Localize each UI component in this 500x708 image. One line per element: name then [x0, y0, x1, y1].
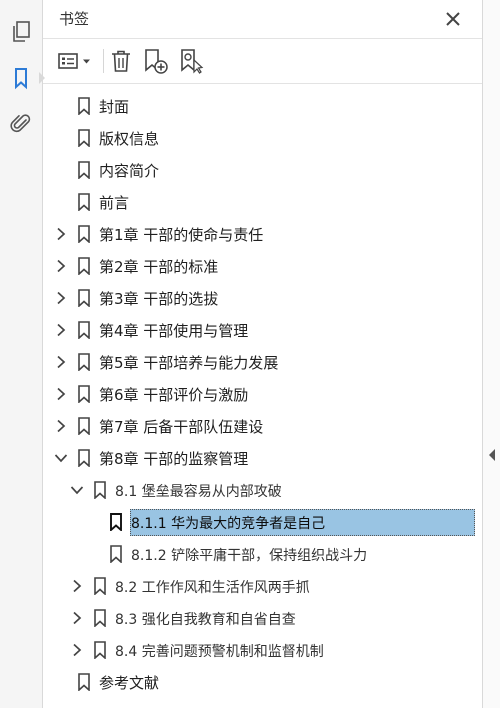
bookmark-label[interactable]: 8.4 完善问题预警机制和监督机制 — [115, 641, 324, 661]
bookmark-icon — [77, 449, 91, 468]
chevron-right-icon[interactable] — [70, 610, 84, 626]
bookmark-icon — [77, 257, 91, 276]
page-thumbnails-icon[interactable] — [7, 18, 35, 46]
bookmark-row[interactable]: 参考文献 — [43, 666, 483, 698]
bookmark-icon — [93, 641, 107, 660]
bookmark-row[interactable]: 8.1.1 华为最大的竞争者是自己 — [43, 506, 483, 538]
bookmark-icon — [77, 97, 91, 116]
bookmark-label[interactable]: 第5章 干部培养与能力发展 — [99, 352, 278, 373]
chevron-right-icon[interactable] — [70, 578, 84, 594]
bookmark-row[interactable]: 8.1 堡垒最容易从内部攻破 — [43, 474, 483, 506]
bookmark-label[interactable]: 8.1.2 铲除平庸干部，保持组织战斗力 — [131, 545, 367, 565]
panel-header: 书签 — [43, 0, 483, 38]
trash-icon[interactable] — [109, 49, 133, 73]
bookmark-label[interactable]: 8.3 强化自我教育和自省自查 — [115, 609, 296, 629]
bookmark-label[interactable]: 第1章 干部的使命与责任 — [99, 224, 263, 245]
panel-title: 书签 — [59, 10, 90, 28]
bookmark-icon — [77, 673, 91, 692]
chevron-right-icon[interactable] — [54, 418, 68, 434]
bookmark-row[interactable]: 第5章 干部培养与能力发展 — [43, 346, 483, 378]
bookmark-label[interactable]: 第3章 干部的选拔 — [99, 288, 218, 309]
bookmark-label[interactable]: 参考文献 — [99, 672, 159, 693]
bookmarks-toolbar — [43, 38, 483, 84]
chevron-right-icon[interactable] — [54, 258, 68, 274]
bookmark-icon — [77, 321, 91, 340]
bookmark-row[interactable]: 第6章 干部评价与激励 — [43, 378, 483, 410]
chevron-right-icon[interactable] — [70, 642, 84, 658]
chevron-left-icon — [489, 449, 495, 461]
bookmark-icon — [77, 417, 91, 436]
bookmark-search-icon[interactable] — [179, 49, 205, 74]
bookmark-icon — [77, 225, 91, 244]
bookmark-label[interactable]: 前言 — [99, 192, 129, 213]
bookmark-row[interactable]: 第7章 后备干部队伍建设 — [43, 410, 483, 442]
bookmark-row[interactable]: 8.2 工作作风和生活作风两手抓 — [43, 570, 483, 602]
bookmark-icon — [77, 193, 91, 212]
list-options-icon[interactable] — [57, 49, 95, 73]
bookmark-row[interactable]: 8.1.2 铲除平庸干部，保持组织战斗力 — [43, 538, 483, 570]
close-icon[interactable] — [443, 9, 463, 29]
chevron-right-icon[interactable] — [54, 386, 68, 402]
bookmark-row[interactable]: 第4章 干部使用与管理 — [43, 314, 483, 346]
collapse-panel-handle[interactable] — [482, 0, 500, 708]
bookmark-label[interactable]: 8.2 工作作风和生活作风两手抓 — [115, 577, 310, 597]
chevron-down-icon[interactable] — [70, 482, 84, 498]
bookmark-label[interactable]: 第7章 后备干部队伍建设 — [99, 416, 263, 437]
bookmark-row[interactable]: 版权信息 — [43, 122, 483, 154]
bookmark-row[interactable]: 第2章 干部的标准 — [43, 250, 483, 282]
bookmark-icon — [109, 513, 123, 533]
bookmarks-panel: 书签 封面 版权信息 内容简介 前言 第1章 干部的使命与责任 第2章 干部的标… — [43, 0, 483, 708]
bookmark-icon[interactable] — [7, 64, 45, 92]
chevron-right-icon[interactable] — [54, 354, 68, 370]
chevron-right-icon[interactable] — [54, 226, 68, 242]
bookmark-label[interactable]: 封面 — [99, 96, 129, 117]
bookmark-label[interactable]: 第8章 干部的监察管理 — [99, 448, 248, 469]
bookmark-icon — [77, 161, 91, 180]
bookmark-row[interactable]: 第3章 干部的选拔 — [43, 282, 483, 314]
bookmark-icon — [77, 385, 91, 404]
bookmark-row[interactable]: 第8章 干部的监察管理 — [43, 442, 483, 474]
bookmark-label[interactable]: 内容简介 — [99, 160, 159, 181]
bookmark-label[interactable]: 版权信息 — [99, 128, 159, 149]
bookmark-label[interactable]: 第4章 干部使用与管理 — [99, 320, 248, 341]
bookmark-icon — [109, 545, 123, 564]
toolbar-divider — [103, 49, 104, 73]
bookmark-row[interactable]: 封面 — [43, 90, 483, 122]
bookmark-row[interactable]: 8.3 强化自我教育和自省自查 — [43, 602, 483, 634]
bookmark-icon — [93, 481, 107, 500]
bookmark-icon — [93, 577, 107, 596]
bookmark-label[interactable]: 8.1 堡垒最容易从内部攻破 — [115, 481, 282, 501]
bookmark-label[interactable]: 第6章 干部评价与激励 — [99, 384, 248, 405]
bookmark-row[interactable]: 第1章 干部的使命与责任 — [43, 218, 483, 250]
bookmark-label[interactable]: 第2章 干部的标准 — [99, 256, 218, 277]
tool-rail — [0, 0, 45, 708]
chevron-right-icon[interactable] — [54, 322, 68, 338]
new-bookmark-icon[interactable] — [143, 49, 169, 74]
bookmark-icon — [77, 289, 91, 308]
bookmark-row[interactable]: 8.4 完善问题预警机制和监督机制 — [43, 634, 483, 666]
chevron-down-icon[interactable] — [54, 450, 68, 466]
bookmark-row[interactable]: 内容简介 — [43, 154, 483, 186]
bookmark-icon — [93, 609, 107, 628]
chevron-right-icon[interactable] — [54, 290, 68, 306]
bookmark-row[interactable]: 前言 — [43, 186, 483, 218]
bookmark-label[interactable]: 8.1.1 华为最大的竞争者是自己 — [131, 513, 325, 533]
attachment-icon[interactable] — [7, 110, 35, 138]
bookmark-icon — [77, 353, 91, 372]
bookmark-icon — [77, 129, 91, 148]
